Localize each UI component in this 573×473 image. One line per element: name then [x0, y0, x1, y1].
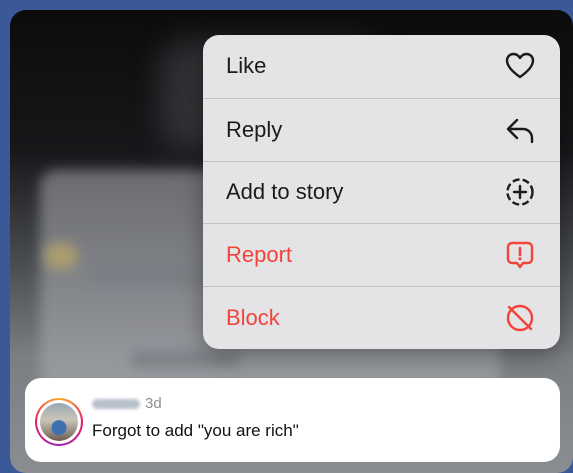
reply-arrow-icon: [504, 114, 536, 146]
report-exclamation-icon: [504, 239, 536, 271]
comment-card[interactable]: 3d Forgot to add "you are rich": [25, 378, 560, 462]
avatar[interactable]: [35, 398, 83, 446]
add-circle-dashed-icon: [504, 176, 536, 208]
menu-item-label: Block: [226, 305, 280, 331]
menu-item-report[interactable]: Report: [203, 223, 560, 286]
blurred-username: [92, 398, 140, 409]
comment-time: 3d: [145, 395, 162, 412]
avatar-photo: [40, 403, 78, 441]
menu-item-label: Reply: [226, 116, 283, 142]
avatar-ring: [37, 400, 81, 444]
heart-icon: [504, 50, 536, 82]
comment-text: Forgot to add "you are rich": [92, 421, 299, 440]
menu-item-label: Add to story: [226, 179, 344, 205]
menu-item-like[interactable]: Like: [203, 35, 560, 98]
menu-item-label: Like: [226, 53, 267, 79]
block-icon: [504, 302, 536, 334]
menu-item-label: Report: [226, 242, 293, 268]
menu-item-reply[interactable]: Reply: [203, 97, 560, 161]
context-menu: Like Reply Add to story Report Block: [203, 35, 560, 349]
comment-meta: 3d: [92, 395, 162, 412]
blurred-text-line: [130, 350, 240, 368]
menu-item-add-to-story[interactable]: Add to story: [203, 160, 560, 224]
menu-item-block[interactable]: Block: [203, 286, 560, 349]
blurred-avatar: [44, 242, 78, 270]
